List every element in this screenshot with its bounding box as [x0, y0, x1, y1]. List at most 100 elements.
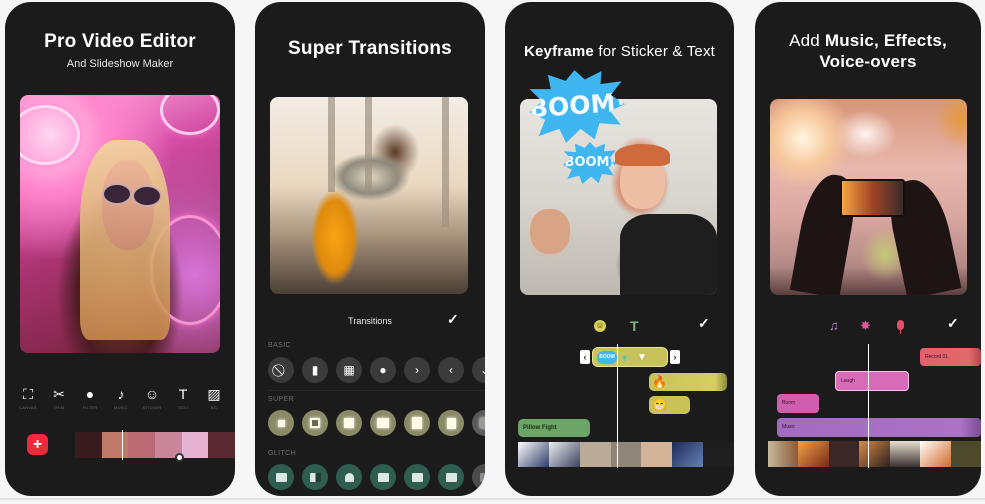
transition-handle[interactable] — [175, 453, 184, 462]
frame-thumbnail — [920, 441, 951, 467]
background-pole — [365, 97, 372, 192]
frame-thumbnail — [703, 442, 734, 467]
confirm-check-icon[interactable]: ✓ — [947, 315, 959, 332]
playhead[interactable] — [122, 430, 123, 460]
panel-super-transitions: Super Transitions Transitions ✓ BASIC ⃠ … — [255, 2, 485, 496]
panel-music-effects: Add Music, Effects, Voice-overs ♫ ✸ ✓ Re… — [755, 2, 981, 496]
selected-sticker-clip[interactable]: BOOM ▼ ▼ — [592, 347, 668, 367]
timeline-filmstrip[interactable] — [75, 432, 235, 458]
transition-none-button[interactable]: ⃠ — [268, 357, 294, 383]
baseline-divider — [0, 498, 985, 500]
sticker-icon: ☺ — [144, 386, 160, 402]
phone-in-hand — [840, 179, 905, 217]
audio-clip-record[interactable]: Record 01 — [920, 348, 981, 366]
frame-thumbnail — [518, 442, 549, 467]
audio-clip-music[interactable]: Music — [777, 418, 981, 437]
section-label-basic: BASIC — [268, 342, 292, 349]
sticker-icon[interactable]: ☺ — [594, 320, 606, 332]
glitch-icon — [309, 472, 321, 482]
tool-text[interactable]: T TEXT — [170, 386, 196, 410]
sunglasses — [102, 183, 132, 205]
frame-thumbnail — [579, 442, 611, 467]
transition-fade-button[interactable]: ▮ — [302, 357, 328, 383]
sound-effect-icon[interactable]: ✸ — [860, 318, 871, 334]
microphone-icon[interactable] — [897, 320, 904, 330]
confirm-check-icon[interactable]: ✓ — [698, 315, 710, 332]
audio-clip-laugh[interactable]: Laugh — [835, 371, 909, 391]
sticker-clip-fire[interactable]: 🔥 — [649, 373, 727, 391]
keyframe-marker[interactable]: ▼ — [637, 352, 647, 363]
add-music-icon[interactable]: ♫ — [829, 318, 839, 333]
tool-trim[interactable]: ✂ TRIM — [46, 386, 72, 410]
glitch-transition-button[interactable] — [336, 464, 362, 490]
tool-filter[interactable]: ● FILTER — [77, 386, 103, 410]
confirm-check-icon[interactable]: ✓ — [447, 311, 459, 328]
glitch-transition-button[interactable] — [438, 464, 464, 490]
panel-title: Keyframe for Sticker & Text — [523, 43, 716, 60]
section-label-glitch: GLITCH — [268, 450, 297, 457]
glitch-transition-button[interactable] — [404, 464, 430, 490]
transition-slide-left-button[interactable]: ‹ — [438, 357, 464, 383]
playhead[interactable] — [617, 344, 618, 468]
super-transition-button[interactable] — [472, 410, 485, 436]
chevron-right-icon: › — [415, 363, 419, 377]
editor-toolbar: ⛶ CANVAS ✂ TRIM ● FILTER ♪ MUSIC ☺ STICKER TT… — [15, 386, 227, 410]
add-clip-button[interactable]: + — [27, 434, 48, 455]
super-transition-button[interactable] — [336, 410, 362, 436]
microphone-stand — [900, 330, 901, 334]
glitch-icon — [445, 472, 457, 482]
child-hair — [615, 144, 670, 166]
panel-keyframe: Keyframe for Sticker & Text BOOM! BOOM! … — [505, 2, 734, 496]
glitch-transition-button[interactable] — [472, 464, 485, 490]
tool-background[interactable]: ▨ BG — [201, 386, 227, 410]
glitch-icon — [275, 472, 287, 482]
square-icon — [412, 417, 422, 429]
trim-handle-right[interactable]: › — [670, 350, 680, 364]
transition-slide-down-button[interactable]: ⌄ — [472, 357, 485, 383]
super-transition-button[interactable] — [370, 410, 396, 436]
chevron-left-icon: ‹ — [449, 363, 453, 377]
circle-icon: ● — [379, 363, 387, 377]
keyframe-selection[interactable]: ‹ BOOM ▼ ▼ › — [580, 347, 680, 367]
glitch-transition-button[interactable] — [268, 464, 294, 490]
transition-circle-button[interactable]: ● — [370, 357, 396, 383]
square-icon — [310, 418, 320, 428]
text-clip-pillow-fight[interactable]: Pillow Fight — [518, 419, 590, 437]
frame-thumbnail — [672, 442, 704, 467]
frame-thumbnail — [950, 441, 981, 467]
super-transition-button[interactable] — [438, 410, 464, 436]
square-icon — [377, 418, 389, 428]
ghost-icon — [344, 472, 354, 482]
super-transition-button[interactable] — [268, 410, 294, 436]
tool-canvas[interactable]: ⛶ CANVAS — [15, 386, 41, 410]
glitch-icon — [377, 472, 389, 482]
frame-thumbnail — [641, 442, 673, 467]
sticker-clip-grin[interactable]: 😁 — [649, 396, 690, 414]
child-shirt — [620, 214, 717, 295]
panel-subtitle: And Slideshow Maker — [66, 58, 174, 70]
keyframe-marker[interactable]: ▼ — [620, 353, 629, 363]
fade-icon: ▮ — [311, 363, 319, 377]
trim-handle-left[interactable]: ‹ — [580, 350, 590, 364]
glitch-transition-button[interactable] — [370, 464, 396, 490]
tool-music[interactable]: ♪ MUSIC — [108, 386, 134, 410]
transition-slide-right-button[interactable]: › — [404, 357, 430, 383]
frame-thumbnail — [208, 432, 235, 458]
timeline-filmstrip[interactable] — [518, 442, 734, 467]
audio-clip-boom[interactable]: Boom — [777, 394, 819, 413]
square-icon — [480, 418, 485, 428]
filter-icon: ● — [85, 386, 95, 402]
playhead[interactable] — [868, 344, 869, 468]
frame-thumbnail — [889, 441, 921, 467]
transition-dissolve-button[interactable]: ▦ — [336, 357, 362, 383]
boom-thumbnail: BOOM — [597, 351, 617, 364]
super-transition-button[interactable] — [302, 410, 328, 436]
text-icon: T — [178, 386, 188, 402]
timeline-filmstrip[interactable] — [768, 441, 981, 467]
super-transition-button[interactable] — [404, 410, 430, 436]
glitch-transition-button[interactable] — [302, 464, 328, 490]
text-icon[interactable]: T — [630, 318, 639, 334]
fire-icon: 🔥 — [652, 375, 667, 389]
tool-sticker[interactable]: ☺ STICKER — [139, 386, 165, 410]
frame-thumbnail — [181, 432, 209, 458]
